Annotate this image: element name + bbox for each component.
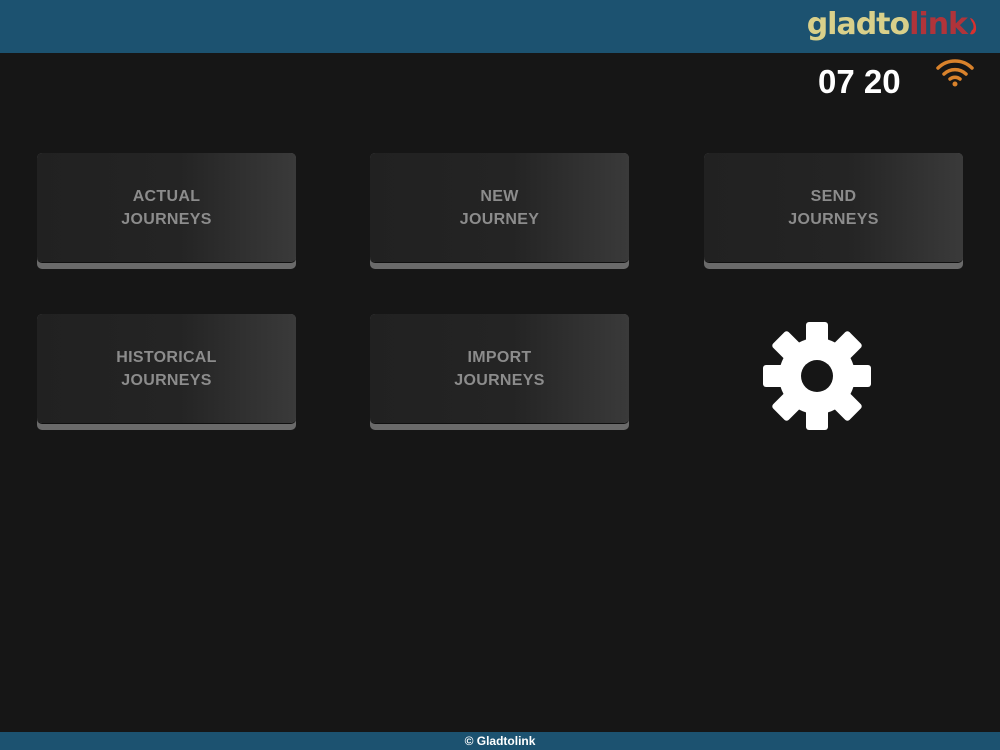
actual-journeys-label-line2: JOURNEYS	[121, 210, 212, 228]
send-journeys-label: SEND JOURNEYS	[788, 185, 878, 231]
actual-journeys-face: ACTUAL JOURNEYS	[37, 153, 296, 262]
import-journeys-button[interactable]: IMPORT JOURNEYS	[370, 314, 629, 430]
historical-journeys-label: HISTORICAL JOURNEYS	[116, 346, 216, 392]
import-journeys-label-line2: JOURNEYS	[454, 371, 545, 389]
gear-icon[interactable]	[763, 322, 871, 430]
actual-journeys-label-line1: ACTUAL	[132, 187, 201, 205]
clock: 07 20	[818, 63, 901, 100]
send-journeys-button[interactable]: SEND JOURNEYS	[704, 153, 963, 269]
gladtolink-logo: gladtolink	[807, 5, 978, 45]
send-journeys-label-line2: JOURNEYS	[788, 210, 879, 228]
historical-journeys-label-line2: JOURNEYS	[121, 371, 212, 389]
import-journeys-label: IMPORT JOURNEYS	[454, 346, 544, 392]
historical-journeys-label-line1: HISTORICAL	[116, 348, 217, 366]
phone-icon	[970, 17, 977, 34]
new-journey-label: NEW JOURNEY	[460, 185, 539, 231]
new-journey-label-line2: JOURNEY	[459, 210, 540, 228]
import-journeys-face: IMPORT JOURNEYS	[370, 314, 629, 423]
new-journey-button[interactable]: NEW JOURNEY	[370, 153, 629, 269]
wifi-icon	[936, 59, 974, 87]
send-journeys-label-line1: SEND	[810, 187, 857, 205]
new-journey-label-line1: NEW	[480, 187, 519, 205]
logo-text-primary: gladto	[806, 7, 910, 42]
historical-journeys-button[interactable]: HISTORICAL JOURNEYS	[37, 314, 296, 430]
top-bar: gladtolink	[0, 0, 1000, 53]
new-journey-face: NEW JOURNEY	[370, 153, 629, 262]
actual-journeys-label: ACTUAL JOURNEYS	[121, 185, 211, 231]
import-journeys-label-line1: IMPORT	[467, 348, 532, 366]
logo-text-secondary: link	[909, 7, 968, 42]
copyright-text: © Gladtolink	[464, 734, 536, 748]
footer: © Gladtolink	[0, 732, 1000, 750]
historical-journeys-face: HISTORICAL JOURNEYS	[37, 314, 296, 423]
actual-journeys-button[interactable]: ACTUAL JOURNEYS	[37, 153, 296, 269]
send-journeys-face: SEND JOURNEYS	[704, 153, 963, 262]
